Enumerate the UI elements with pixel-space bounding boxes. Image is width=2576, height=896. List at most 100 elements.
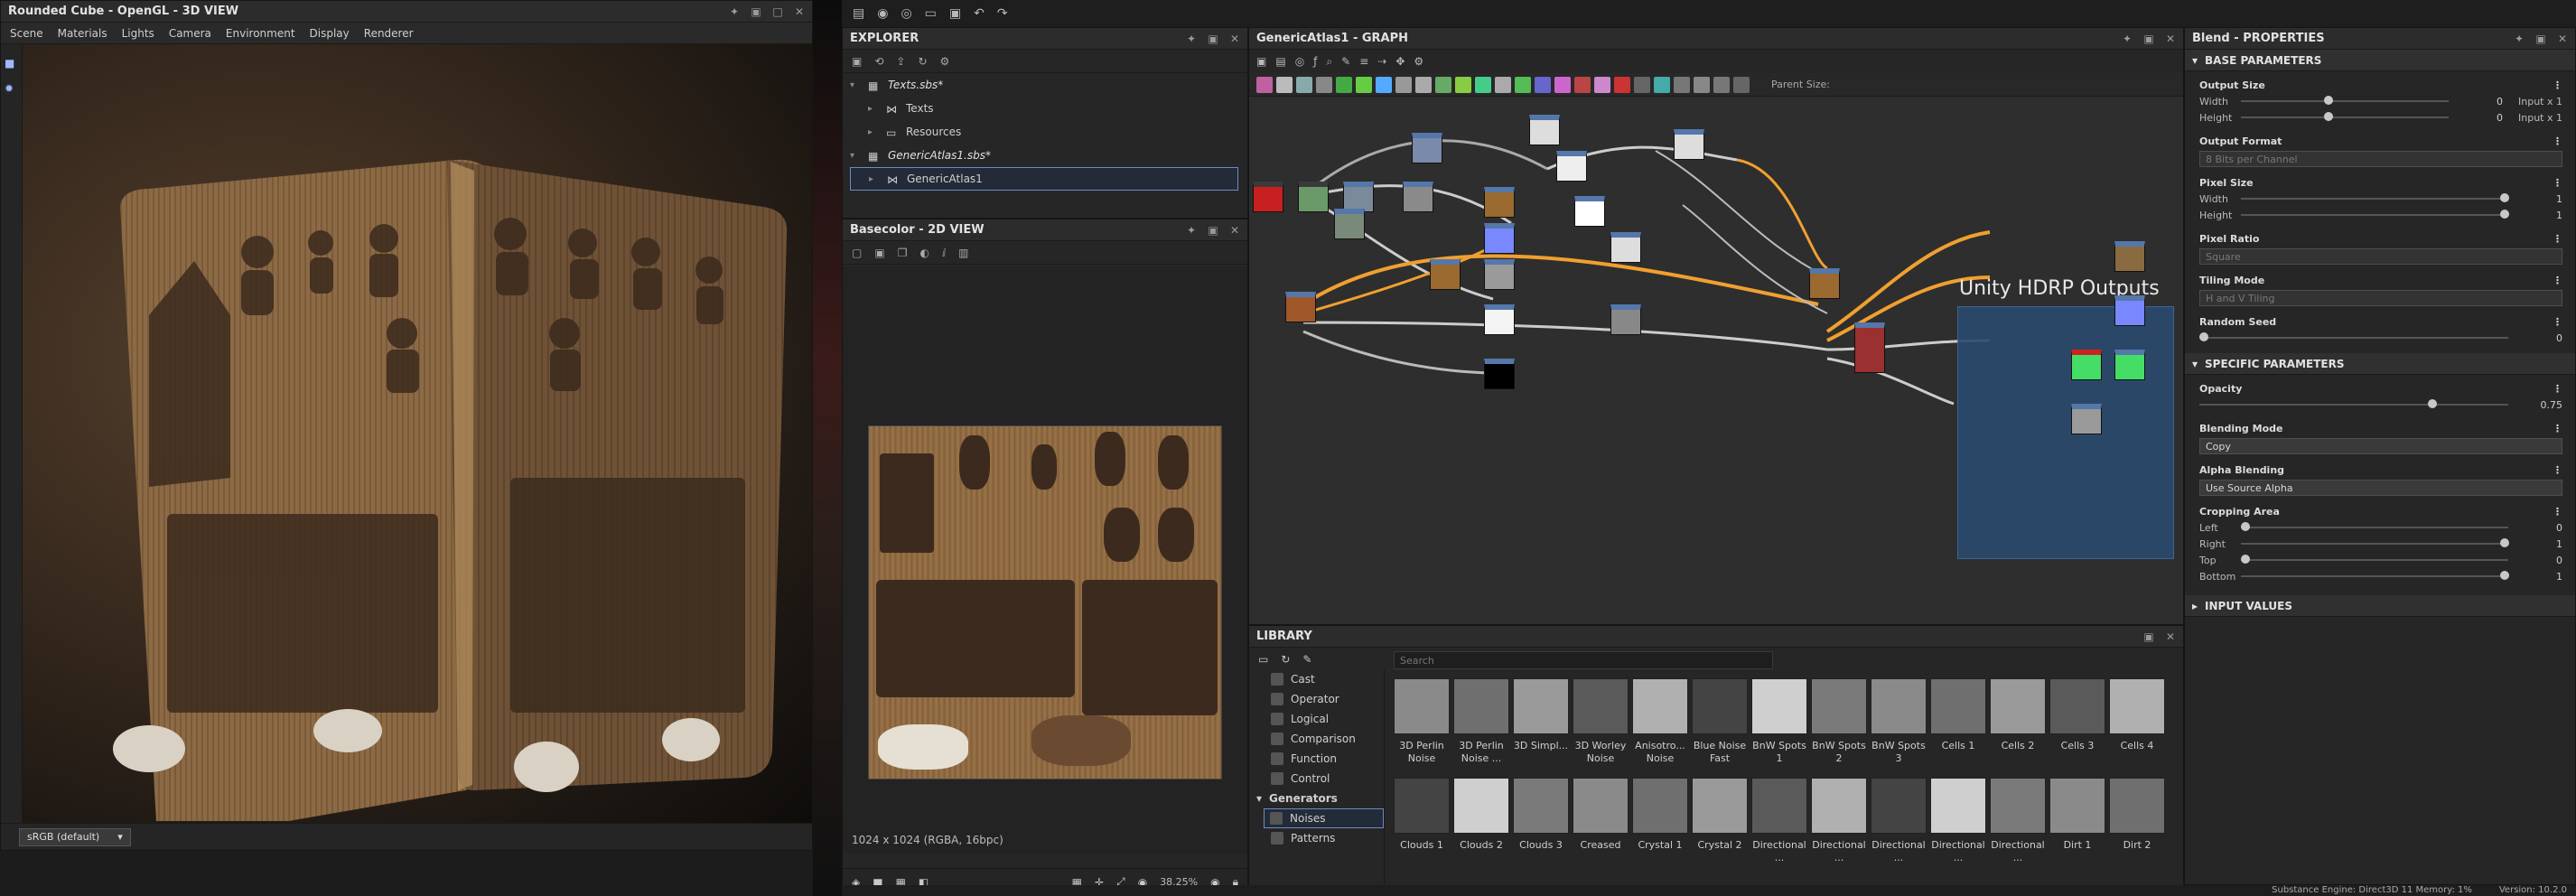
save-icon[interactable]: ▣ (949, 6, 961, 21)
layout-icon[interactable]: ▤ (1275, 55, 1285, 68)
crop-right-value[interactable]: 1 (2514, 538, 2562, 550)
alpha-blending-dropdown[interactable]: Use Source Alpha (2199, 480, 2562, 496)
curve-node-icon[interactable] (1376, 76, 1392, 93)
align-icon[interactable]: ≡ (1359, 55, 1368, 68)
camera-icon[interactable]: ■ (5, 57, 19, 70)
output-node-mask[interactable] (2114, 350, 2145, 380)
float-icon[interactable]: ▣ (1208, 224, 1218, 237)
refresh-icon[interactable]: ↻ (1281, 653, 1290, 666)
caret-down-icon[interactable]: ▾ (850, 80, 861, 90)
library-item[interactable]: 3D Perlin Noise ... (1451, 678, 1511, 778)
globe-icon[interactable]: ◎ (901, 6, 911, 21)
library-item[interactable]: 3D Worley Noise (1571, 678, 1630, 778)
frame-icon[interactable]: ▣ (1256, 55, 1266, 68)
tree-item-resources[interactable]: ▸ ▭ Resources (850, 120, 1247, 144)
menu-icon[interactable]: ⋮ (2553, 423, 2562, 434)
reload-icon[interactable]: ↻ (918, 55, 927, 68)
emboss-node-icon[interactable] (1495, 76, 1511, 93)
histogram-icon[interactable]: ▥ (958, 247, 968, 259)
library-item[interactable]: 3D Simpl... (1511, 678, 1571, 778)
crop-left-slider[interactable] (2241, 522, 2508, 531)
distance-node-icon[interactable] (1574, 76, 1591, 93)
library-item[interactable]: Clouds 2 (1451, 778, 1511, 877)
3d-viewport[interactable] (23, 44, 812, 840)
screenshot-icon[interactable]: ◎ (1295, 55, 1304, 68)
svg-node-icon[interactable] (1614, 76, 1630, 93)
library-item[interactable]: 3D Perlin Noise (1392, 678, 1451, 778)
graph-node[interactable] (1343, 182, 1374, 212)
library-item[interactable]: Anisotro... Noise (1630, 678, 1690, 778)
output-node-normal[interactable] (2114, 295, 2145, 326)
width-slider[interactable] (2241, 96, 2449, 105)
pixel-ratio-dropdown[interactable]: Square (2199, 248, 2562, 265)
menu-icon[interactable]: ⋮ (2553, 135, 2562, 147)
close-icon[interactable]: ✕ (794, 5, 805, 18)
normal-node-icon[interactable] (1475, 76, 1491, 93)
graph-node[interactable] (1574, 196, 1605, 227)
info-icon[interactable]: ⅈ (942, 247, 946, 259)
color-node-icon[interactable] (1694, 76, 1710, 93)
graph-node[interactable] (1403, 182, 1433, 212)
library-item[interactable]: BnW Spots 1 (1750, 678, 1809, 778)
warp-node-icon[interactable] (1435, 76, 1451, 93)
category-patterns[interactable]: Patterns (1249, 828, 1384, 848)
base-parameters-section[interactable]: ▾ BASE PARAMETERS (2185, 50, 2575, 71)
menu-icon[interactable]: ⋮ (2553, 233, 2562, 245)
close-icon[interactable]: ✕ (2165, 33, 2176, 45)
output-node[interactable] (2071, 404, 2102, 434)
height-slider[interactable] (2241, 112, 2449, 121)
crop-left-value[interactable]: 0 (2514, 522, 2562, 534)
random-seed-slider[interactable] (2199, 332, 2508, 341)
library-item[interactable]: BnW Spots 3 (1869, 678, 1928, 778)
opacity-value[interactable]: 0.75 (2514, 399, 2563, 411)
library-item[interactable]: Dirt 1 (2048, 778, 2107, 877)
pin-icon[interactable]: ✦ (2514, 33, 2525, 45)
opacity-slider[interactable] (2199, 399, 2508, 408)
graph-node[interactable] (1674, 129, 1704, 160)
2d-viewport[interactable] (843, 266, 1247, 854)
library-item[interactable]: Directional ... (1988, 778, 2048, 877)
menu-materials[interactable]: Materials (58, 27, 107, 40)
output-node[interactable] (2071, 350, 2102, 380)
library-item[interactable]: Dirt 2 (2107, 778, 2167, 877)
menu-environment[interactable]: Environment (226, 27, 295, 40)
menu-icon[interactable]: ⋮ (2553, 79, 2562, 91)
shuffle-node-icon[interactable] (1316, 76, 1332, 93)
caret-right-icon[interactable]: ▸ (868, 127, 879, 137)
close-icon[interactable]: ✕ (2557, 33, 2568, 45)
search-icon[interactable]: ⌕ (1326, 55, 1332, 69)
hsl-node-icon[interactable] (1395, 76, 1412, 93)
save-icon[interactable]: ▣ (874, 247, 884, 259)
caret-right-icon[interactable]: ▸ (868, 104, 879, 114)
pixel-width-value[interactable]: 1 (2514, 193, 2562, 205)
library-item[interactable]: Blue Noise Fast (1690, 678, 1750, 778)
graph-node[interactable] (1253, 182, 1283, 212)
category-generators[interactable]: ▾ Generators (1249, 789, 1384, 808)
pixel-height-slider[interactable] (2241, 210, 2510, 219)
menu-renderer[interactable]: Renderer (364, 27, 414, 40)
text-node-icon[interactable] (1594, 76, 1610, 93)
graph-node[interactable] (1298, 182, 1329, 212)
library-item[interactable]: Cells 1 (1928, 678, 1988, 778)
menu-scene[interactable]: Scene (10, 27, 43, 40)
width-value[interactable]: 0 (2454, 96, 2503, 107)
library-item[interactable]: Crystal 1 (1630, 778, 1690, 877)
menu-camera[interactable]: Camera (169, 27, 211, 40)
specific-parameters-section[interactable]: ▾ SPECIFIC PARAMETERS (2185, 353, 2575, 375)
tiling-mode-dropdown[interactable]: H and V Tiling (2199, 290, 2562, 306)
function-icon[interactable]: ƒ (1313, 55, 1317, 68)
pin-icon[interactable]: ✦ (729, 5, 740, 18)
menu-icon[interactable]: ⋮ (2553, 316, 2562, 328)
library-item[interactable]: Directional ... (1869, 778, 1928, 877)
graph-node[interactable] (1484, 223, 1515, 254)
menu-icon[interactable]: ⋮ (2553, 177, 2562, 189)
channels-icon[interactable]: ◐ (919, 247, 929, 259)
colorspace-select[interactable]: sRGB (default) ▾ (19, 827, 131, 846)
library-item[interactable]: Directional ... (1928, 778, 1988, 877)
graph-node[interactable] (1529, 115, 1560, 145)
tree-item-genericatlas-sbs[interactable]: ▾ ▦ GenericAtlas1.sbs* (850, 144, 1247, 167)
close-icon[interactable]: ✕ (1229, 33, 1240, 45)
comment-node-icon[interactable] (1733, 76, 1750, 93)
library-item[interactable]: Directional ... (1809, 778, 1869, 877)
library-item[interactable]: Cells 3 (2048, 678, 2107, 778)
